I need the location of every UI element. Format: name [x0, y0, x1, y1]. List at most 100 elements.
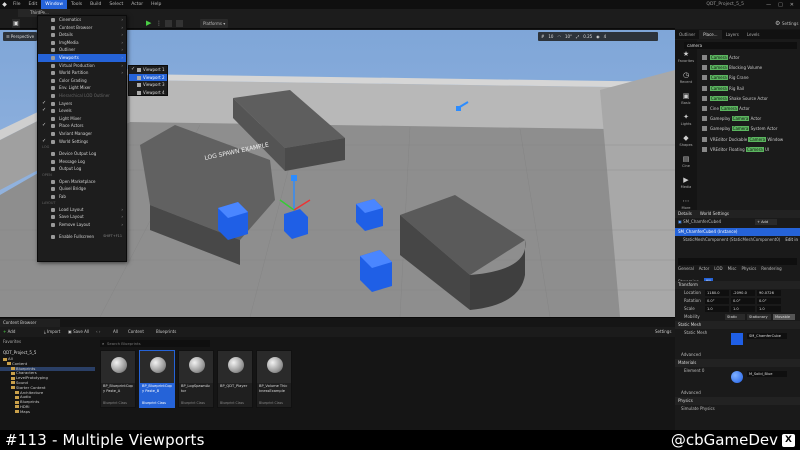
place-actor-item[interactable]: Camera Blocking Volume: [700, 63, 798, 72]
rotation-snap[interactable]: 10°: [565, 32, 572, 41]
submenu-item-viewport-1[interactable]: ✓ Viewport 1: [129, 66, 167, 74]
submenu-item-viewport-4[interactable]: Viewport 4: [129, 89, 167, 97]
save-icon[interactable]: ▣: [12, 19, 20, 28]
menu-item-variant-manager[interactable]: Variant Manager: [38, 130, 126, 138]
rotation-z[interactable]: 0.0°: [757, 298, 781, 304]
place-actor-item[interactable]: Camera Rig Rail: [700, 84, 798, 93]
menu-item-layers[interactable]: ✓ Layers: [38, 100, 126, 108]
place-actor-item[interactable]: Camera Actor: [700, 53, 798, 62]
menu-item-content-browser[interactable]: Content Browser ›: [38, 24, 126, 32]
menu-item-env-light-mixer[interactable]: Env. Light Mixer: [38, 84, 126, 92]
stop-icon[interactable]: [176, 20, 183, 27]
menu-item-message-log[interactable]: Message Log: [38, 158, 126, 166]
category-favorites[interactable]: ★ Favorites: [675, 50, 697, 63]
settings-button[interactable]: Settings: [782, 19, 798, 28]
category-more[interactable]: ⋯ More: [675, 197, 697, 210]
menu-tools[interactable]: Tools: [67, 0, 86, 9]
minimize-icon[interactable]: —: [766, 2, 771, 8]
content-settings-button[interactable]: Settings: [655, 327, 671, 337]
menu-item-save-layout[interactable]: Save Layout ›: [38, 213, 126, 221]
rotation-snap-icon[interactable]: ◠: [557, 32, 561, 41]
mobility-static[interactable]: Static: [725, 314, 745, 320]
tab-place-actors[interactable]: Place...: [699, 30, 722, 39]
rotation-x[interactable]: 0.0°: [705, 298, 729, 304]
play-options-icon[interactable]: ⋮: [156, 19, 162, 28]
asset-search[interactable]: Search Blueprints: [100, 340, 210, 347]
perspective-button[interactable]: ☰ Perspective: [3, 32, 38, 41]
menu-help[interactable]: Help: [147, 0, 165, 9]
location-x[interactable]: 1180.0: [705, 290, 729, 296]
path-all[interactable]: All: [113, 327, 118, 337]
place-actors-search[interactable]: camera: [684, 42, 797, 49]
menu-file[interactable]: File: [9, 0, 25, 9]
favorites-header[interactable]: Favorites: [3, 339, 21, 344]
menu-item-place-actors[interactable]: ✓ Place Actors: [38, 122, 126, 130]
filter-tab-lod[interactable]: LOD: [714, 265, 722, 273]
menu-item-quixel-bridge[interactable]: Quixel Bridge: [38, 185, 126, 193]
location-z[interactable]: 90.0726: [757, 290, 781, 296]
unreal-logo-icon[interactable]: ◆: [0, 0, 9, 9]
scale-snap-icon[interactable]: ⤢: [576, 32, 579, 41]
tab-outliner[interactable]: Outliner: [675, 30, 699, 39]
rotation-y[interactable]: 0.0°: [731, 298, 755, 304]
menu-item-details[interactable]: Details ›: [38, 31, 126, 39]
project-header[interactable]: QDT_Project_5_5: [3, 350, 36, 355]
materials-advanced-toggle[interactable]: Advanced: [675, 389, 800, 397]
asset-tile[interactable]: BP_LogSpawnActor Blueprint Class: [178, 350, 214, 408]
filter-tab-physics[interactable]: Physics: [741, 265, 756, 273]
place-actor-item[interactable]: Gameplay Camera Actor: [700, 114, 798, 123]
place-actor-item[interactable]: Camera Shake Source Actor: [700, 94, 798, 103]
pause-icon[interactable]: [165, 20, 172, 27]
category-lights[interactable]: ✦ Lights: [675, 113, 697, 126]
menu-item-open-marketplace[interactable]: Open Marketplace: [38, 178, 126, 186]
menu-item-cinematics[interactable]: Cinematics ›: [38, 16, 126, 24]
platforms-button[interactable]: Platforms ▾: [200, 19, 229, 28]
menu-actor[interactable]: Actor: [127, 0, 147, 9]
menu-item-viewports[interactable]: Viewports ›: [38, 53, 126, 62]
menu-item-remove-layout[interactable]: Remove Layout ›: [38, 221, 126, 229]
place-actor-item[interactable]: VREditor Floating Camera UI: [700, 145, 798, 154]
place-actor-item[interactable]: VREditor Dockable Camera Window: [700, 135, 798, 144]
static-mesh-value[interactable]: SM_ChamferCube: [747, 333, 787, 339]
category-basic[interactable]: ▣ Basic: [675, 92, 697, 105]
category-media[interactable]: ▶ Media: [675, 176, 697, 189]
tab-levels[interactable]: Levels: [743, 30, 764, 39]
advanced-toggle[interactable]: Advanced: [675, 351, 800, 359]
menu-item-imgmedia[interactable]: ImgMedia ›: [38, 39, 126, 47]
place-actor-item[interactable]: Camera Rig Crane: [700, 73, 798, 82]
menu-build[interactable]: Build: [86, 0, 105, 9]
grid-size[interactable]: 10: [548, 32, 553, 41]
filter-tab-actor[interactable]: Actor: [699, 265, 710, 273]
tab-layers[interactable]: Layers: [722, 30, 743, 39]
material-thumbnail[interactable]: [731, 371, 743, 383]
menu-item-light-mixer[interactable]: Light Mixer: [38, 115, 126, 123]
menu-item-color-grading[interactable]: Color Grading: [38, 77, 126, 85]
asset-tile[interactable]: BP_Volume ThicknessExample Blueprint Clas…: [256, 350, 292, 408]
details-search[interactable]: [678, 258, 797, 265]
menu-item-enable-fullscreen[interactable]: Enable Fullscreen SHIFT+F11: [38, 233, 126, 241]
menu-item-load-layout[interactable]: Load Layout ›: [38, 206, 126, 214]
location-y[interactable]: -2090.0: [731, 290, 755, 296]
edit-in-link[interactable]: Edit in: [785, 236, 798, 244]
physics-section[interactable]: Physics: [675, 397, 800, 405]
category-recent[interactable]: ◷ Recent: [675, 71, 697, 84]
place-actor-item[interactable]: Cine Camera Actor: [700, 104, 798, 113]
place-actor-item[interactable]: Gameplay Camera System Actor: [700, 124, 798, 133]
menu-item-output-log[interactable]: Output Log: [38, 165, 126, 173]
save-all-button[interactable]: ▣ Save All: [68, 327, 89, 337]
back-icon[interactable]: ‹ ›: [96, 327, 100, 337]
scale-x[interactable]: 1.0: [705, 306, 729, 312]
scale-y[interactable]: 1.0: [731, 306, 755, 312]
content-browser-tab[interactable]: Content Browser: [0, 319, 60, 327]
folder-maps[interactable]: Maps: [0, 409, 95, 415]
menu-item-world-partition[interactable]: World Partition ›: [38, 69, 126, 77]
materials-section[interactable]: Materials: [675, 359, 800, 367]
menu-item-virtual-production[interactable]: Virtual Production ›: [38, 62, 126, 70]
menu-item-outliner[interactable]: Outliner ›: [38, 46, 126, 54]
asset-tile[interactable]: BP_BlueprintCopy Paste_A Blueprint Class: [100, 350, 136, 408]
filter-tab-rendering[interactable]: Rendering: [761, 265, 781, 273]
static-mesh-section[interactable]: Static Mesh: [675, 321, 800, 329]
tab-world-settings[interactable]: World Settings: [700, 210, 729, 218]
component-row[interactable]: StaticMeshComponent (StaticMeshComponent…: [675, 236, 800, 244]
import-button[interactable]: ⤓ Import: [44, 327, 60, 337]
